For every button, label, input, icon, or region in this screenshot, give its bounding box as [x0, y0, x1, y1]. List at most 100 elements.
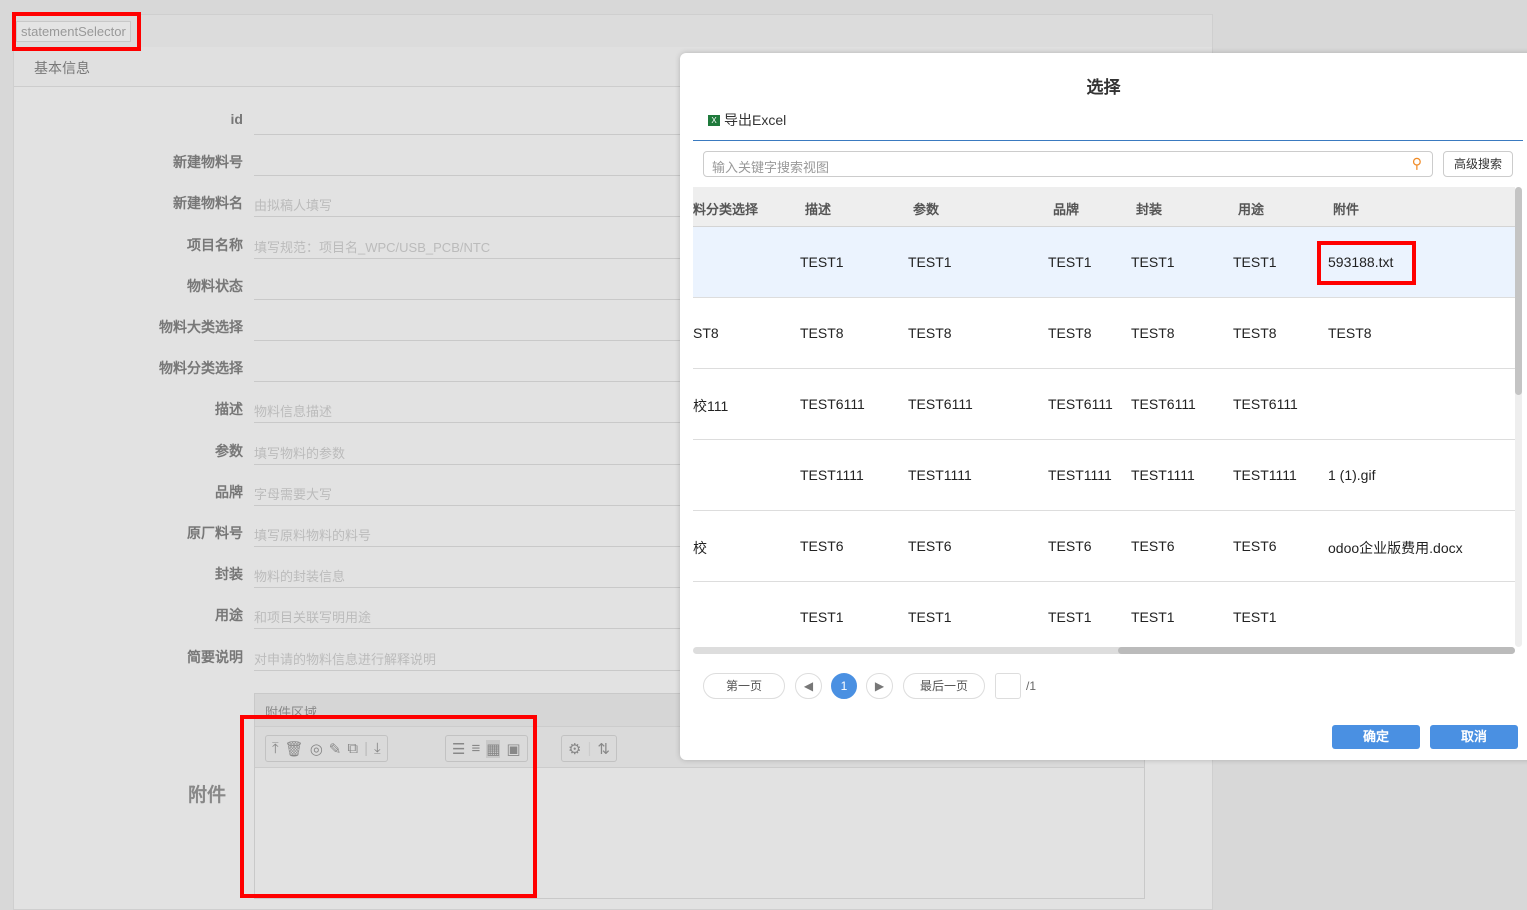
column-header[interactable]: 用途 — [1238, 199, 1264, 218]
table-row[interactable]: TEST1 TEST1 TEST1 TEST1 TEST1 — [693, 582, 1515, 647]
table-cell: TEST1 — [800, 609, 844, 625]
prev-page-button[interactable]: ◀ — [795, 673, 822, 699]
field-label: 物料大类选择 — [159, 319, 243, 335]
column-header[interactable]: 参数 — [913, 199, 939, 218]
attachment-link[interactable]: 1 (1).gif — [1328, 467, 1375, 483]
form-row: 原厂料号 填写原料物料的料号 — [14, 515, 714, 556]
form-row: 描述 物料信息描述 — [14, 391, 714, 432]
table-row[interactable]: 校111 TEST6111 TEST6111 TEST6111 TEST6111 TEST… — [693, 369, 1515, 440]
column-header[interactable]: 附件 — [1333, 199, 1359, 218]
table-cell: TEST1 — [1131, 254, 1175, 270]
column-header[interactable]: 封装 — [1136, 199, 1162, 218]
table-cell: TEST1111 — [1048, 467, 1112, 483]
table-cell: TEST6111 — [800, 396, 865, 412]
field-input[interactable]: 物料信息描述 — [254, 393, 714, 424]
form-row: 简要说明 对申请的物料信息进行解释说明 — [14, 639, 714, 680]
first-page-button[interactable]: 第一页 — [703, 673, 785, 699]
table-row[interactable]: 校 TEST6 TEST6 TEST6 TEST6 TEST6 odoo企业版费用.docx — [693, 511, 1515, 582]
field-input[interactable]: 填写原料物料的料号 — [254, 517, 714, 547]
caret-right-icon: ▶ — [874, 679, 885, 693]
field-input[interactable]: 填写物料的参数 — [254, 435, 714, 465]
field-input[interactable] — [254, 270, 714, 300]
page-total: /1 — [1026, 679, 1037, 693]
tab-statement-selector[interactable]: statementSelector — [16, 21, 131, 42]
field-input[interactable]: 物料的封装信息 — [254, 558, 714, 589]
table-cell: TEST1111 — [1233, 467, 1297, 483]
field-label: id — [230, 111, 243, 127]
field-input[interactable]: 由拟稿人填写 — [254, 187, 714, 218]
field-label: 新建物料号 — [173, 154, 243, 171]
next-page-button[interactable]: ▶ — [866, 673, 893, 699]
data-table: 料分类选择 描述 参数 品牌 封装 用途 附件 TEST1 TEST1 TEST1 TEST1 TE… — [693, 187, 1515, 647]
cancel-button[interactable]: 取消 — [1430, 725, 1518, 749]
field-label: 描述 — [215, 401, 243, 418]
table-cell: TEST8 — [1131, 325, 1175, 341]
download-icon[interactable]: ⤓ — [374, 740, 381, 757]
field-input[interactable]: 字母需要大写 — [254, 476, 714, 506]
form-row: 品牌 字母需要大写 — [14, 474, 714, 515]
search-input[interactable]: 输入关键字搜索视图 ⚲ — [703, 151, 1433, 177]
page-jump-input[interactable] — [995, 673, 1021, 699]
search-placeholder: 输入关键字搜索视图 — [712, 160, 830, 175]
field-label: 物料状态 — [187, 277, 243, 294]
table-cell: TEST1 — [800, 254, 844, 270]
page-1-button[interactable]: 1 — [831, 673, 857, 699]
field-input[interactable]: 对申请的物料信息进行解释说明 — [254, 641, 714, 671]
field-label: 参数 — [215, 442, 243, 459]
file-actions-group: ⤒ 🗑 ◎ ✎ ⧉ | ⤓ — [265, 735, 388, 762]
settings-group: ⚙ | ⇅ — [561, 735, 617, 762]
field-label: 用途 — [215, 607, 243, 624]
image-icon[interactable]: ▣ — [506, 740, 520, 758]
field-input[interactable] — [254, 352, 714, 383]
field-label: 新建物料名 — [173, 195, 243, 212]
export-excel-label: 导出Excel — [724, 112, 787, 128]
rename-icon[interactable]: ⧉ — [347, 740, 358, 757]
upload-icon[interactable]: ⤒ — [272, 740, 279, 757]
table-row[interactable]: ST8 TEST8 TEST8 TEST8 TEST8 TEST8 TEST8 — [693, 298, 1515, 369]
sort-icon[interactable]: ⇅ — [597, 740, 610, 758]
export-excel-button[interactable]: X 导出Excel — [708, 110, 786, 130]
form-row: id — [14, 103, 714, 144]
preview-icon[interactable]: ◎ — [310, 740, 323, 758]
last-page-button[interactable]: 最后一页 — [903, 673, 985, 699]
form-row: 新建物料号 — [14, 144, 714, 185]
vertical-scrollbar[interactable] — [1515, 187, 1522, 647]
field-input[interactable] — [254, 311, 714, 341]
field-input[interactable] — [254, 105, 714, 135]
form-row: 参数 填写物料的参数 — [14, 433, 714, 474]
field-input[interactable]: 填写规范：项目名_WPC/USB_PCB/NTC — [254, 229, 714, 259]
scroll-thumb[interactable] — [1118, 647, 1515, 654]
attachment-link[interactable]: 593188.txt — [1328, 254, 1393, 270]
attachment-link[interactable]: TEST8 — [1328, 325, 1372, 341]
attachment-link[interactable]: odoo企业版费用.docx — [1328, 538, 1463, 558]
grid-icon[interactable]: ▦ — [486, 739, 501, 758]
confirm-button[interactable]: 确定 — [1332, 725, 1420, 749]
horizontal-scrollbar[interactable] — [693, 647, 1515, 654]
numbered-list-icon[interactable]: ≡ — [471, 740, 480, 757]
column-header[interactable]: 描述 — [805, 199, 831, 218]
column-header[interactable]: 料分类选择 — [693, 199, 758, 218]
column-header[interactable]: 品牌 — [1053, 199, 1079, 218]
field-input[interactable] — [254, 146, 714, 177]
table-cell: ST8 — [693, 325, 719, 341]
field-label: 简要说明 — [187, 648, 243, 665]
form-row: 用途 和项目关联写明用途 — [14, 597, 714, 638]
table-row[interactable]: TEST1 TEST1 TEST1 TEST1 TEST1 593188.txt — [693, 227, 1515, 298]
table-cell: TEST1 — [1233, 609, 1277, 625]
table-cell: TEST1 — [908, 254, 952, 270]
table-header: 料分类选择 描述 参数 品牌 封装 用途 附件 — [693, 187, 1515, 227]
edit-icon[interactable]: ✎ — [329, 740, 342, 758]
search-icon[interactable]: ⚲ — [1412, 155, 1422, 172]
dialog-title: 选择 — [1086, 78, 1121, 97]
table-row[interactable]: TEST1111 TEST1111 TEST1111 TEST1111 TEST1111… — [693, 440, 1515, 511]
advanced-search-button[interactable]: 高级搜索 — [1443, 151, 1513, 177]
field-input[interactable]: 和项目关联写明用途 — [254, 599, 714, 630]
table-cell: TEST6 — [1131, 538, 1175, 554]
list-icon[interactable]: ☰ — [452, 740, 465, 758]
table-cell: TEST1 — [1048, 609, 1092, 625]
gear-icon[interactable]: ⚙ — [568, 740, 581, 758]
section-title: 基本信息 — [34, 60, 90, 76]
select-dialog: 选择 X 导出Excel 输入关键字搜索视图 ⚲ 高级搜索 料分类选择 描述 参数 品… — [680, 53, 1527, 760]
scroll-thumb[interactable] — [1515, 187, 1522, 395]
trash-icon[interactable]: 🗑 — [285, 740, 304, 758]
